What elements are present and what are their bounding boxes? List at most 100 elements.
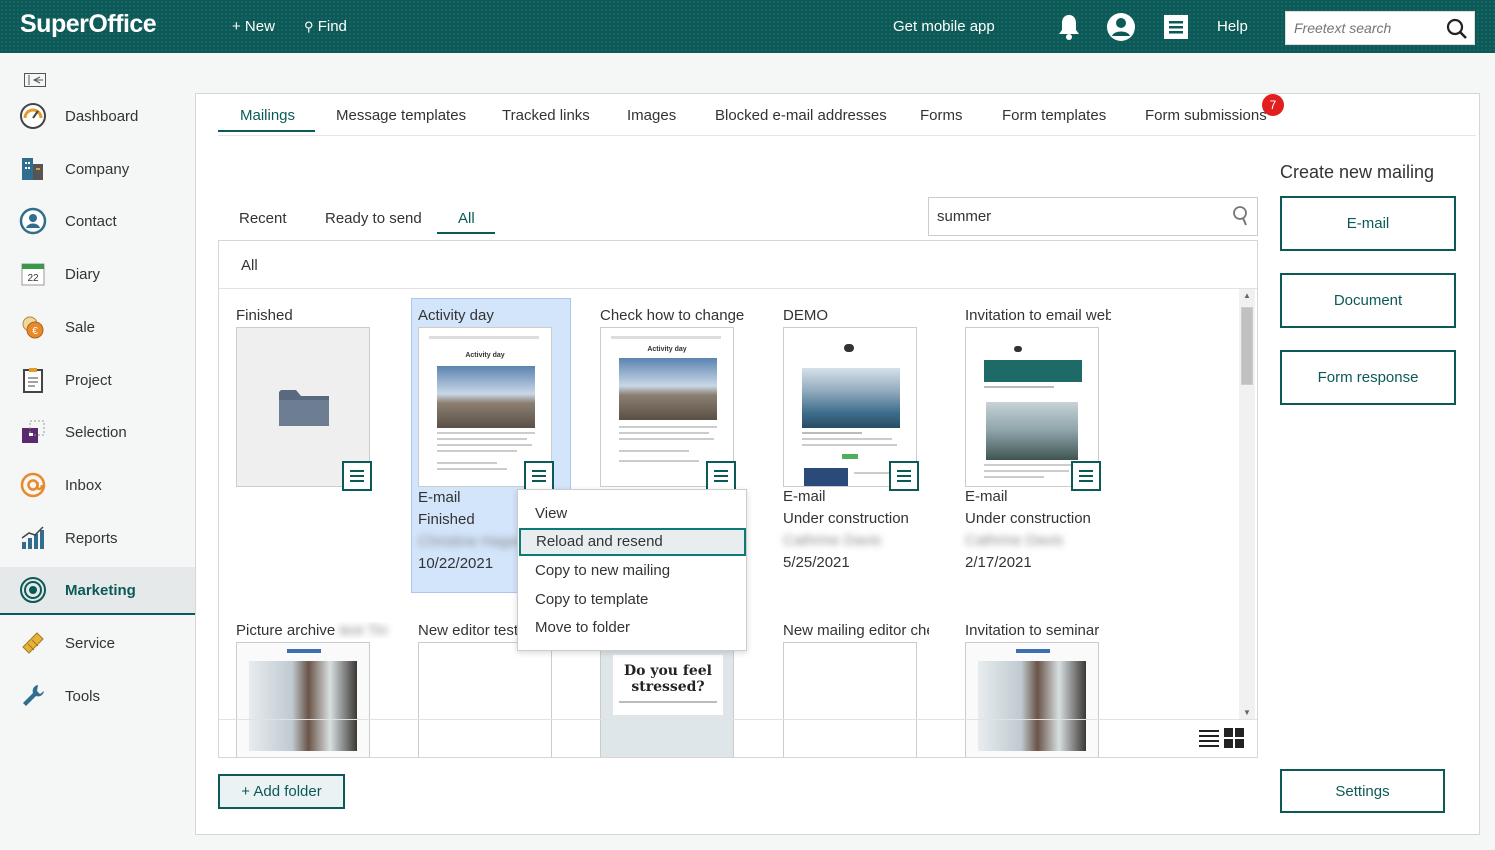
search-icon[interactable] <box>1446 18 1468 43</box>
bell-icon[interactable] <box>1054 12 1084 42</box>
main-menu-icon[interactable] <box>1161 12 1191 42</box>
sidebar-item-label: Inbox <box>65 476 102 494</box>
wrench-icon <box>23 685 44 706</box>
get-mobile-app-link[interactable]: Get mobile app <box>893 18 995 35</box>
tab-form-submissions[interactable]: Form submissions <box>1145 107 1267 124</box>
scroll-down-icon[interactable]: ▼ <box>1243 708 1251 717</box>
subtab-all[interactable]: All <box>458 210 475 227</box>
create-document-button[interactable]: Document <box>1280 273 1456 328</box>
tab-form-templates[interactable]: Form templates <box>1002 107 1106 124</box>
sidebar-item-reports[interactable]: Reports <box>0 514 195 562</box>
active-subtab-indicator <box>437 232 495 234</box>
sidebar-item-label: Selection <box>65 423 127 441</box>
menu-item-move-to-folder[interactable]: Move to folder <box>518 614 746 642</box>
find-label: Find <box>317 18 347 35</box>
mailing-card[interactable]: Check how to change i Activity day <box>600 299 760 499</box>
tab-mailings[interactable]: Mailings <box>240 107 295 124</box>
sidebar-item-tools[interactable]: Tools <box>0 672 195 720</box>
menu-item-copy-to-new-mailing[interactable]: Copy to new mailing <box>518 557 746 585</box>
sidebar: Dashboard Company Contact 22 Diary € Sal… <box>0 53 195 850</box>
card-menu-button[interactable] <box>342 461 372 491</box>
card-menu-button[interactable] <box>889 461 919 491</box>
service-icon <box>22 632 44 654</box>
mailing-date: 10/22/2021 <box>418 555 494 572</box>
sidebar-item-label: Service <box>65 634 116 652</box>
card-menu-button[interactable] <box>706 461 736 491</box>
mailing-filter[interactable] <box>928 197 1258 236</box>
card-context-menu: View Reload and resend Copy to new maili… <box>517 489 747 651</box>
card-title: Finished <box>236 307 293 324</box>
grid-view-icon[interactable] <box>1224 728 1244 748</box>
card-title: DEMO <box>783 307 828 324</box>
tab-message-templates[interactable]: Message templates <box>336 107 466 124</box>
mailing-status: Under construction <box>783 510 909 527</box>
scrollbar-thumb[interactable] <box>1241 307 1253 385</box>
tab-tracked-links[interactable]: Tracked links <box>502 107 590 124</box>
sidebar-item-label: Contact <box>65 212 117 230</box>
new-button[interactable]: + New <box>232 18 275 35</box>
menu-item-reload-and-resend[interactable]: Reload and resend <box>519 528 746 556</box>
card-menu-button[interactable] <box>1071 461 1101 491</box>
sidebar-item-dashboard[interactable]: Dashboard <box>0 92 195 140</box>
mailing-type: E-mail <box>418 489 461 506</box>
sidebar-item-sale[interactable]: € Sale <box>0 303 195 351</box>
mailing-card[interactable]: Invitation to seminar <box>965 614 1125 757</box>
search-icon[interactable] <box>1231 205 1249 230</box>
mailing-card[interactable]: Invitation to email web E-mail Under con… <box>965 299 1125 589</box>
card-title: Activity day <box>418 307 494 324</box>
mailing-card[interactable]: Picture archive test Tin <box>236 614 396 757</box>
project-icon <box>23 368 43 393</box>
collapse-sidebar-icon[interactable] <box>24 73 46 90</box>
tab-images[interactable]: Images <box>627 107 676 124</box>
sidebar-item-inbox[interactable]: Inbox <box>0 461 195 509</box>
tab-forms[interactable]: Forms <box>920 107 963 124</box>
reports-icon <box>21 526 44 549</box>
sidebar-item-label: Marketing <box>65 581 136 599</box>
marketing-tabs: Mailings Message templates Tracked links… <box>218 94 1476 136</box>
card-title: Invitation to email web <box>965 307 1111 324</box>
contact-icon <box>19 207 47 235</box>
sidebar-item-selection[interactable]: Selection <box>0 408 195 456</box>
card-menu-button[interactable] <box>524 461 554 491</box>
mailing-date: 2/17/2021 <box>965 554 1032 571</box>
subtab-ready-to-send[interactable]: Ready to send <box>325 210 422 227</box>
mailing-card[interactable]: New mailing editor che <box>783 614 943 757</box>
sidebar-item-contact[interactable]: Contact <box>0 197 195 245</box>
dashboard-icon <box>20 103 46 129</box>
menu-item-copy-to-template[interactable]: Copy to template <box>518 586 746 614</box>
menu-item-view[interactable]: View <box>518 500 746 528</box>
mailing-filter-input[interactable] <box>929 198 1219 235</box>
card-title: Check how to change i <box>600 307 746 324</box>
mailing-owner: Cathrine Davis <box>783 532 882 549</box>
settings-button[interactable]: Settings <box>1280 769 1445 813</box>
add-folder-button[interactable]: + Add folder <box>218 774 345 809</box>
folder-header: All <box>219 241 1257 289</box>
mailing-status: Under construction <box>965 510 1091 527</box>
card-title: New mailing editor che <box>783 622 929 639</box>
menu-icon <box>714 470 728 482</box>
help-link[interactable]: Help <box>1217 18 1248 35</box>
diary-icon: 22 <box>21 263 45 286</box>
card-title-text: Picture archive <box>236 622 336 639</box>
create-form-response-button[interactable]: Form response <box>1280 350 1456 405</box>
list-view-icon[interactable] <box>1199 728 1219 748</box>
mailing-card[interactable]: DEMO E-mail Under construction Cathrine … <box>783 299 943 589</box>
sidebar-item-marketing[interactable]: Marketing <box>0 567 195 615</box>
user-avatar-icon[interactable] <box>1106 12 1136 42</box>
freetext-search[interactable] <box>1285 11 1475 45</box>
scroll-up-icon[interactable]: ▲ <box>1243 291 1251 300</box>
sidebar-item-project[interactable]: Project <box>0 356 195 404</box>
subtab-recent[interactable]: Recent <box>239 210 287 227</box>
form-submissions-badge: 7 <box>1262 94 1284 116</box>
superoffice-logo[interactable]: SuperOffice <box>20 10 157 39</box>
freetext-search-input[interactable] <box>1286 12 1446 44</box>
find-button[interactable]: ⚲ Find <box>304 18 347 35</box>
marketing-icon <box>20 577 46 603</box>
tab-blocked-email-addresses[interactable]: Blocked e-mail addresses <box>715 107 887 124</box>
sidebar-item-service[interactable]: Service <box>0 619 195 667</box>
create-email-button[interactable]: E-mail <box>1280 196 1456 251</box>
sidebar-item-diary[interactable]: 22 Diary <box>0 250 195 298</box>
folder-card[interactable]: Finished <box>236 299 396 499</box>
grid-scrollbar[interactable]: ▲ ▼ <box>1239 289 1255 719</box>
sidebar-item-company[interactable]: Company <box>0 145 195 193</box>
